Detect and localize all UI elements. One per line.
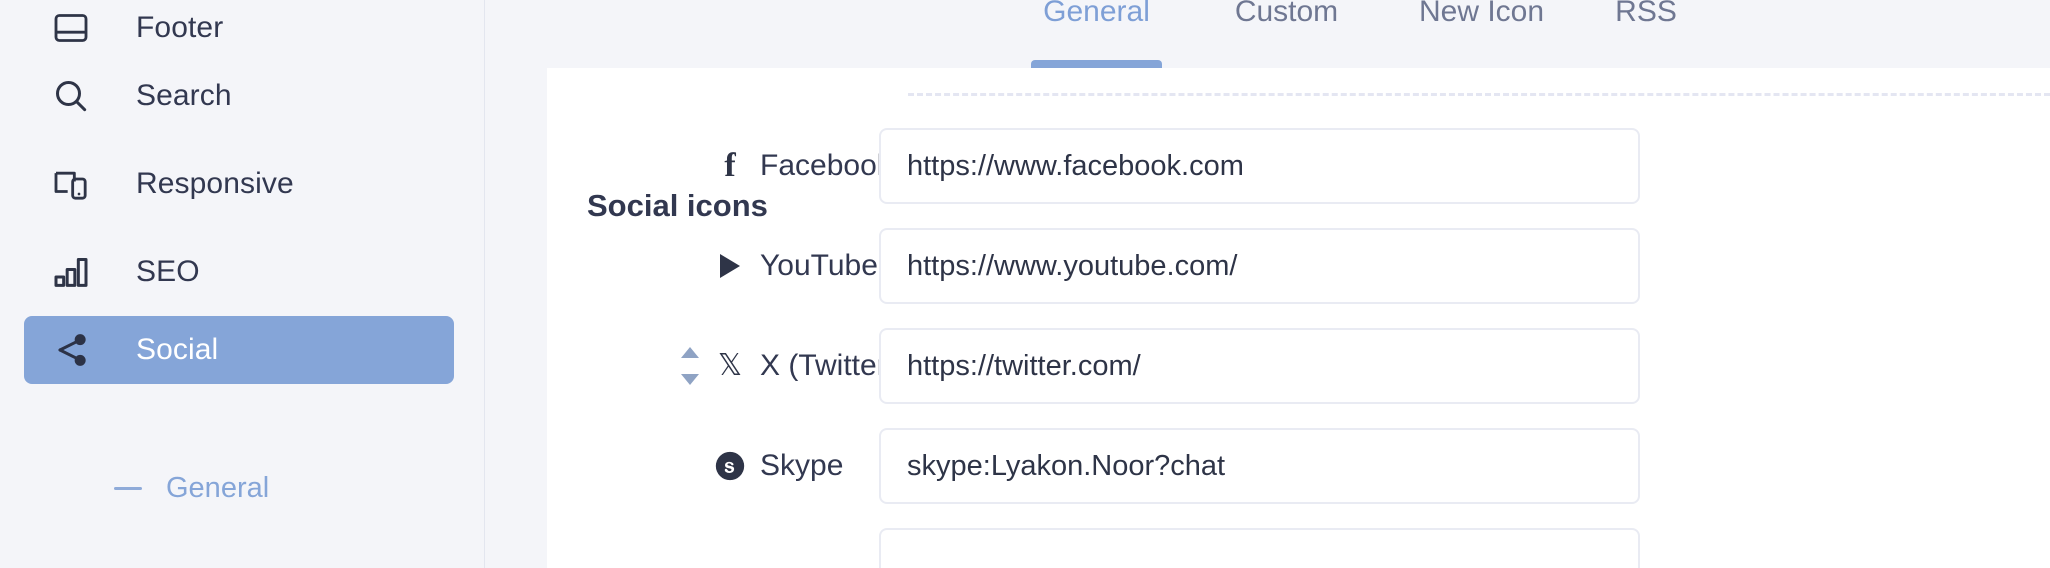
search-icon — [50, 75, 92, 117]
field-label: Facebook — [760, 149, 892, 182]
app-root: Footer Search Responsive SEO Social Gene… — [0, 0, 2050, 568]
social-row-next-partial — [547, 528, 2050, 568]
share-nodes-icon — [50, 329, 92, 371]
youtube-icon — [710, 246, 750, 286]
tab-bar: General Custom New Icon RSS — [486, 0, 2050, 68]
social-row-youtube: YouTube — [547, 228, 2050, 304]
sidebar-subitem-label: General — [166, 471, 270, 504]
field-label: Skype — [760, 449, 844, 482]
x-twitter-icon: 𝕏 — [717, 348, 743, 383]
content-panel: Social icons f Facebook YouTube 𝕏 — [547, 68, 2050, 568]
sidebar-item-next-partial[interactable] — [24, 556, 454, 568]
social-row-x-twitter: 𝕏 X (Twitter) — [547, 328, 2050, 404]
sidebar-item-search[interactable]: Search — [24, 62, 454, 130]
sidebar-item-label: Footer — [136, 11, 224, 44]
skype-icon — [710, 446, 750, 486]
next-social-url-input[interactable] — [879, 528, 1640, 568]
field-label: X (Twitter) — [760, 349, 897, 382]
tab-rss[interactable]: RSS — [1611, 0, 1681, 46]
tab-new-icon[interactable]: New Icon — [1399, 0, 1564, 46]
bar-chart-icon — [50, 251, 92, 293]
sidebar-item-seo[interactable]: SEO — [24, 238, 454, 306]
sidebar-item-label: Social — [136, 333, 219, 366]
responsive-devices-icon — [50, 163, 92, 205]
x-twitter-url-input[interactable] — [879, 328, 1640, 404]
section-divider — [908, 93, 2050, 96]
sidebar: Footer Search Responsive SEO Social Gene… — [0, 0, 485, 568]
active-tab-indicator — [1031, 60, 1162, 68]
tab-general[interactable]: General — [1031, 0, 1162, 46]
dash-marker-icon — [114, 486, 142, 490]
sidebar-subitem-general[interactable]: General — [24, 460, 454, 516]
tab-custom[interactable]: Custom — [1221, 0, 1352, 46]
facebook-icon: f — [724, 147, 736, 184]
field-label: YouTube — [760, 249, 878, 282]
sidebar-item-responsive[interactable]: Responsive — [24, 150, 454, 218]
social-row-facebook: f Facebook — [547, 128, 2050, 204]
social-row-skype: Skype — [547, 428, 2050, 504]
footer-layout-icon — [50, 7, 92, 49]
sidebar-item-footer[interactable]: Footer — [24, 0, 454, 62]
sidebar-item-social[interactable]: Social — [24, 316, 454, 384]
youtube-url-input[interactable] — [879, 228, 1640, 304]
sidebar-item-label: Search — [136, 79, 232, 112]
facebook-url-input[interactable] — [879, 128, 1640, 204]
sidebar-item-label: SEO — [136, 255, 200, 288]
sidebar-item-label: Responsive — [136, 167, 294, 200]
reorder-handle-icon[interactable] — [677, 347, 703, 385]
skype-url-input[interactable] — [879, 428, 1640, 504]
